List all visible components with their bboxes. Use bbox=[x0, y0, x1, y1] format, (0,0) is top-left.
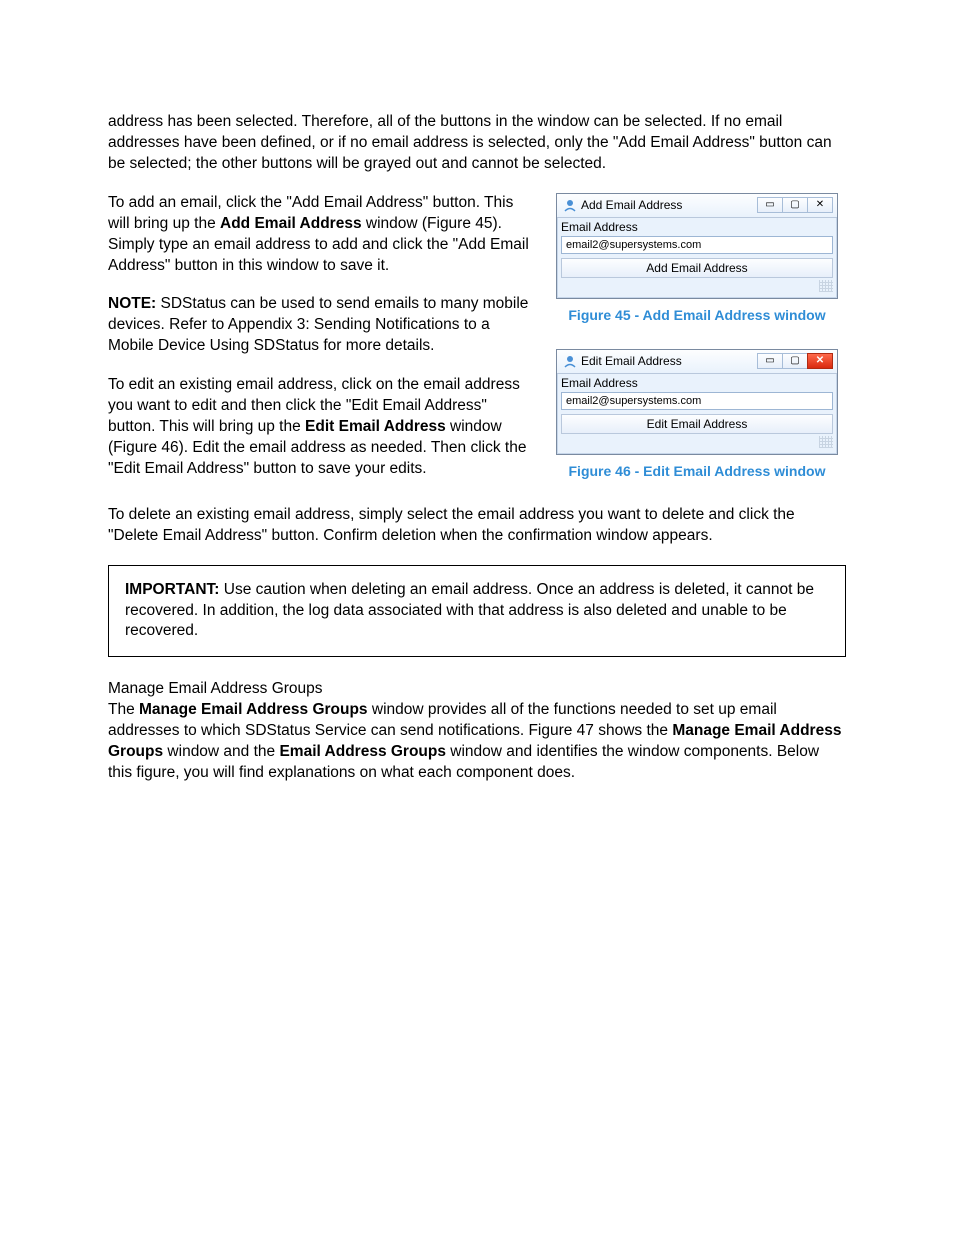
minimize-button[interactable]: ▭ bbox=[757, 197, 783, 213]
important-label: IMPORTANT: bbox=[125, 581, 219, 598]
minimize-button[interactable]: ▭ bbox=[757, 353, 783, 369]
note-label: NOTE: bbox=[108, 295, 156, 312]
dialog-title: Edit Email Address bbox=[581, 354, 758, 368]
field-label: Email Address bbox=[561, 376, 833, 390]
maximize-button[interactable]: ▢ bbox=[782, 353, 808, 369]
dialog-body: Email Address email2@supersystems.com Ed… bbox=[557, 374, 837, 454]
text-run-bold: Add Email Address bbox=[220, 215, 362, 232]
email-field[interactable]: email2@supersystems.com bbox=[561, 392, 833, 410]
app-icon bbox=[563, 354, 577, 368]
dialog-titlebar: Edit Email Address ▭ ▢ ✕ bbox=[557, 350, 837, 374]
dialog-titlebar: Add Email Address ▭ ▢ ✕ bbox=[557, 194, 837, 218]
dialog-title: Add Email Address bbox=[581, 198, 758, 212]
text-run-bold: Edit Email Address bbox=[305, 418, 446, 435]
body-paragraph: NOTE: SDStatus can be used to send email… bbox=[108, 294, 530, 357]
text-run-bold: Manage Email Address Groups bbox=[139, 701, 368, 718]
text-run: window and the bbox=[163, 743, 279, 760]
close-button[interactable]: ✕ bbox=[807, 353, 833, 369]
text-run: Use caution when deleting an email addre… bbox=[125, 581, 814, 640]
body-paragraph: To delete an existing email address, sim… bbox=[108, 505, 846, 547]
body-paragraph: To add an email, click the "Add Email Ad… bbox=[108, 193, 530, 277]
add-email-button[interactable]: Add Email Address bbox=[561, 258, 833, 278]
maximize-button[interactable]: ▢ bbox=[782, 197, 808, 213]
close-button[interactable]: ✕ bbox=[807, 197, 833, 213]
edit-email-button[interactable]: Edit Email Address bbox=[561, 414, 833, 434]
input-value: email2@supersystems.com bbox=[566, 239, 701, 251]
body-paragraph: The Manage Email Address Groups window p… bbox=[108, 700, 846, 784]
resize-grip-icon bbox=[819, 280, 833, 292]
text-run-bold: Email Address Groups bbox=[279, 743, 446, 760]
field-label: Email Address bbox=[561, 220, 833, 234]
dialog-body: Email Address email2@supersystems.com Ad… bbox=[557, 218, 837, 298]
important-box: IMPORTANT: Use caution when deleting an … bbox=[108, 565, 846, 658]
document-page: address has been selected. Therefore, al… bbox=[0, 0, 954, 1235]
figure-caption: Figure 46 - Edit Email Address window bbox=[556, 463, 838, 479]
figure-caption: Figure 45 - Add Email Address window bbox=[556, 307, 838, 323]
body-paragraph: To edit an existing email address, click… bbox=[108, 375, 530, 480]
section-heading: Manage Email Address Groups bbox=[108, 679, 846, 700]
email-field[interactable]: email2@supersystems.com bbox=[561, 236, 833, 254]
body-paragraph: address has been selected. Therefore, al… bbox=[108, 112, 846, 175]
text-run: SDStatus can be used to send emails to m… bbox=[108, 295, 528, 354]
text-run: The bbox=[108, 701, 139, 718]
resize-grip-icon bbox=[819, 436, 833, 448]
fig46-dialog: Edit Email Address ▭ ▢ ✕ Email Address e… bbox=[556, 349, 838, 455]
fig45-dialog: Add Email Address ▭ ▢ ✕ Email Address em… bbox=[556, 193, 838, 299]
input-value: email2@supersystems.com bbox=[566, 395, 701, 407]
app-icon bbox=[563, 198, 577, 212]
